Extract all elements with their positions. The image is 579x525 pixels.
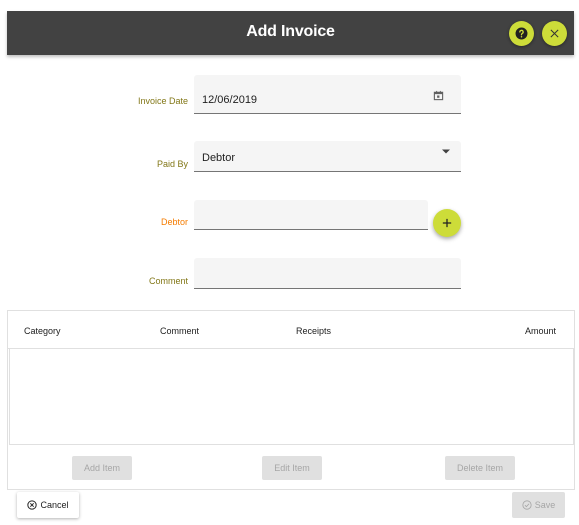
column-header-comment[interactable]: Comment <box>160 326 199 336</box>
check-circle-icon <box>522 500 532 510</box>
cancel-circle-icon <box>27 500 38 510</box>
column-header-amount[interactable]: Amount <box>525 326 556 336</box>
items-table-header: Category Comment Receipts Amount <box>8 311 574 349</box>
dialog-title: Add Invoice <box>246 23 335 40</box>
column-header-category[interactable]: Category <box>24 326 61 336</box>
cancel-button[interactable]: Cancel <box>17 492 79 518</box>
help-circle-icon <box>515 27 528 40</box>
invoice-date-value: 12/06/2019 <box>202 94 258 106</box>
dropdown-arrow-icon <box>442 149 450 154</box>
comment-field[interactable] <box>194 258 461 289</box>
edit-item-button[interactable]: Edit Item <box>262 456 322 480</box>
close-icon <box>550 29 559 38</box>
save-button[interactable]: Save <box>512 492 565 518</box>
cancel-label: Cancel <box>40 500 69 510</box>
add-debtor-button[interactable] <box>433 209 461 237</box>
comment-label: Comment <box>148 276 188 286</box>
column-header-receipts[interactable]: Receipts <box>296 326 331 336</box>
calendar-icon[interactable] <box>433 90 444 101</box>
paid-by-value: Debtor <box>202 152 236 164</box>
help-button[interactable] <box>509 21 534 46</box>
paid-by-select[interactable]: Debtor <box>194 141 461 172</box>
save-label: Save <box>534 500 556 510</box>
plus-icon <box>442 218 452 228</box>
items-table: Category Comment Receipts Amount Add Ite… <box>7 310 575 490</box>
add-item-button[interactable]: Add Item <box>72 456 132 480</box>
invoice-date-label: Invoice Date <box>137 96 188 106</box>
invoice-date-field[interactable]: 12/06/2019 <box>194 75 461 114</box>
delete-item-button[interactable]: Delete Item <box>445 456 515 480</box>
close-button[interactable] <box>542 21 567 46</box>
dialog-header: Add Invoice <box>7 11 574 55</box>
debtor-field[interactable] <box>194 200 428 230</box>
debtor-label: Debtor <box>160 217 188 227</box>
items-table-body <box>9 349 574 445</box>
paid-by-label: Paid By <box>156 159 188 169</box>
